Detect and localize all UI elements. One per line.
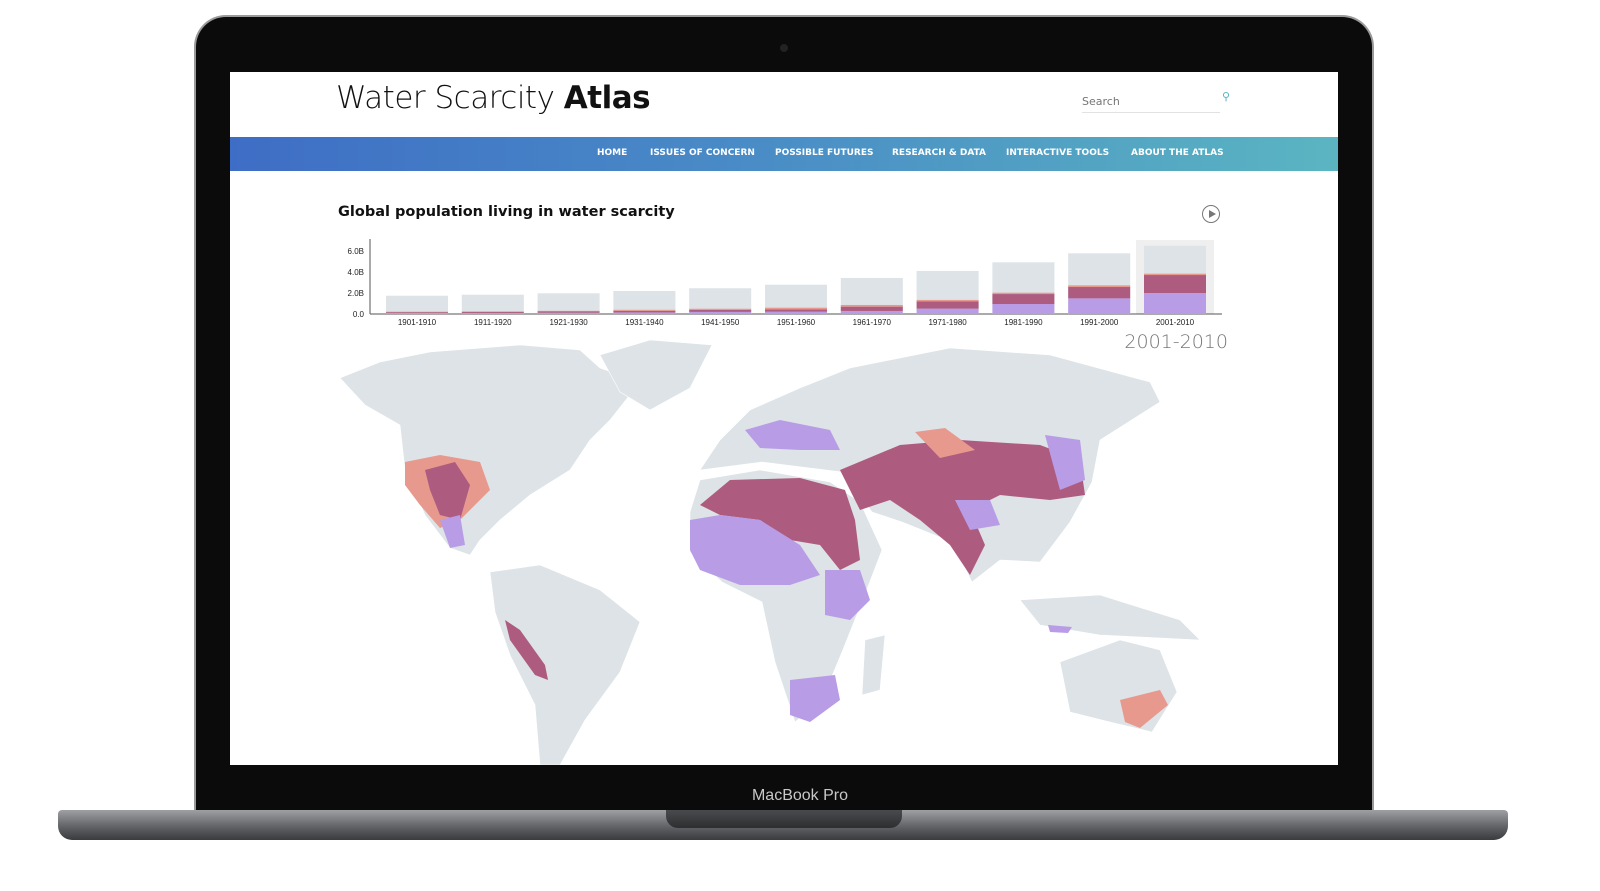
map-indonesia [1019, 594, 1201, 641]
browser-screen: Water Scarcity Atlas ⚲ HOME ISSUES OF CO… [230, 72, 1338, 765]
world-map[interactable] [230, 72, 1338, 765]
laptop-notch [666, 810, 902, 828]
map-madagascar [861, 634, 886, 696]
camera [780, 44, 788, 52]
map-south-america [489, 564, 641, 765]
map-australia [1059, 639, 1178, 733]
device-label: MacBook Pro [751, 787, 849, 804]
map-north-america [339, 344, 641, 556]
